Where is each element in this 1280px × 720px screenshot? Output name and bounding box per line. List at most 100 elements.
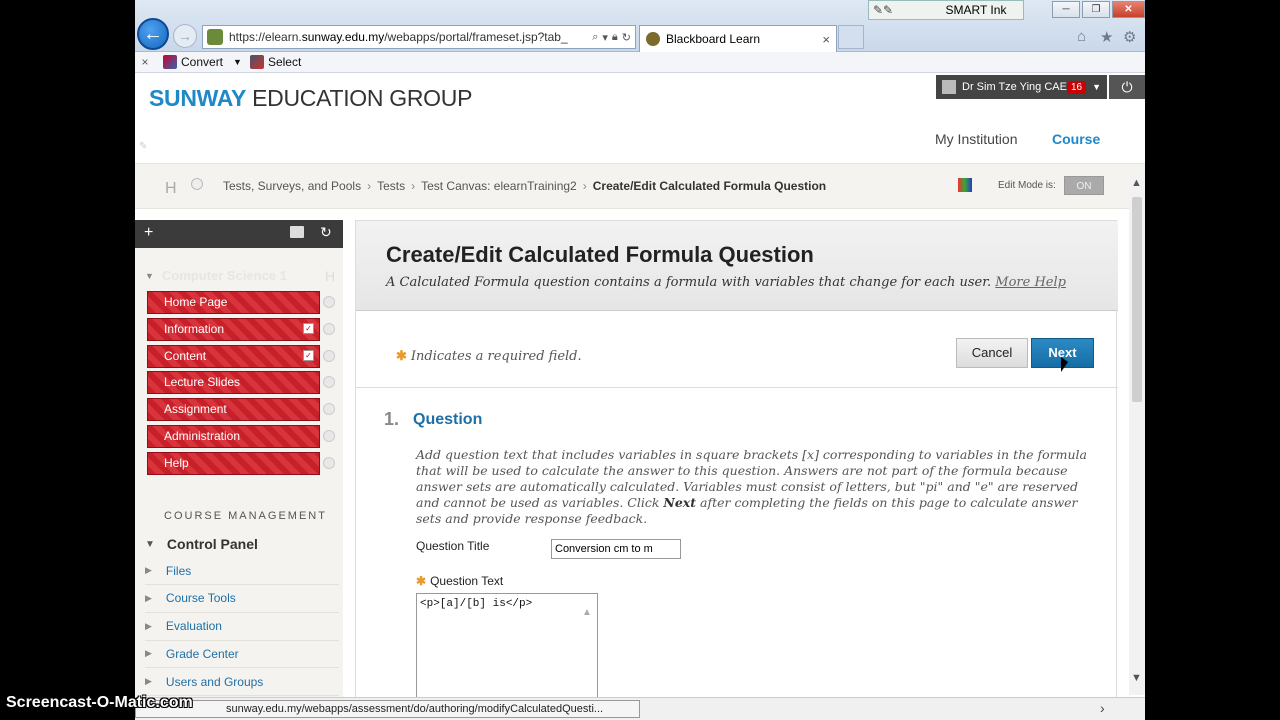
scrollbar-thumb[interactable] (1132, 197, 1142, 402)
expand-triangle-icon[interactable]: ▶ (145, 621, 152, 632)
control-panel-item-label: Files (165, 563, 192, 578)
lock-icon[interactable]: 🔒︎ (612, 31, 618, 44)
maximize-button[interactable]: ❐ (1082, 1, 1110, 18)
site-header: SUNWAY EDUCATION GROUP Dr Sim Tze Ying C… (135, 73, 1145, 163)
breadcrumb-separator-icon: › (582, 179, 587, 193)
tab-course[interactable]: Course (1052, 131, 1100, 147)
minimize-button[interactable]: ─ (1052, 1, 1080, 18)
sidebar-item-lecture-slides[interactable]: Lecture Slides (147, 371, 320, 395)
site-logo[interactable]: SUNWAY EDUCATION GROUP (149, 85, 472, 112)
status-bar: sunway.edu.my/webapps/assessment/do/auth… (135, 697, 1145, 720)
checkbox-icon[interactable]: ✓ (303, 349, 314, 361)
pencil-icon[interactable]: ✎ (139, 141, 151, 155)
tab-favicon-icon (646, 32, 660, 46)
breadcrumb-bar: H Tests, Surveys, and Pools › Tests › Te… (135, 163, 1145, 209)
smart-ink-toolbar[interactable]: ✎✎ SMART Ink (868, 0, 1024, 20)
sidebar-item-information[interactable]: Information ✓ (147, 317, 320, 341)
refresh-icon[interactable]: ↻ (320, 224, 332, 241)
breadcrumb-home[interactable]: H (165, 180, 177, 198)
chevron-down-icon[interactable] (323, 456, 335, 469)
sidebar-item-home-page[interactable]: Home Page (147, 291, 320, 314)
back-button[interactable]: ← (137, 18, 169, 50)
logout-button[interactable]: ⏻ (1109, 75, 1145, 99)
power-icon: ⏻ (1121, 79, 1133, 95)
scroll-down-icon[interactable]: ▼ (1131, 672, 1142, 684)
chevron-down-icon[interactable] (323, 322, 335, 335)
chevron-down-icon[interactable] (323, 403, 335, 416)
control-panel-item-users-and-groups[interactable]: ▶ Users and Groups (145, 668, 339, 697)
question-text-label: ✱ Question Text (416, 574, 504, 588)
home-icon[interactable]: ⌂ (1077, 28, 1086, 45)
question-title-input[interactable] (551, 539, 681, 559)
question-text-area[interactable]: <p>[a]/[b] is</p> (416, 593, 598, 703)
edit-mode-toggle[interactable]: ON (1064, 176, 1104, 195)
control-panel-item-course-tools[interactable]: ▶ Course Tools (145, 585, 339, 613)
sidebar-item-help[interactable]: Help (147, 451, 320, 475)
required-asterisk-icon: ✱ (416, 574, 427, 588)
palette-icon[interactable] (958, 178, 972, 192)
new-tab-button[interactable] (838, 25, 864, 49)
tab-title: Blackboard Learn (666, 32, 761, 46)
control-panel-title[interactable]: ▼ Control Panel (145, 536, 258, 552)
chevron-down-icon[interactable] (323, 376, 335, 389)
dropdown-icon[interactable]: ▾ (602, 31, 608, 44)
tab-close-icon[interactable]: × (822, 32, 836, 47)
expand-triangle-icon[interactable]: ▶ (145, 565, 152, 576)
window-close-button[interactable]: ✕ (1112, 1, 1145, 18)
favorites-star-icon[interactable]: ★ (1100, 28, 1113, 46)
status-url: sunway.edu.my/webapps/assessment/do/auth… (135, 700, 640, 718)
address-icons: ⌕ ▾ 🔒︎ ↻ (592, 31, 635, 44)
collapse-triangle-icon[interactable]: ▼ (145, 539, 155, 550)
scroll-up-icon[interactable]: ▲ (1131, 177, 1142, 189)
sidebar-item-label: Assignment (164, 402, 227, 417)
forward-button[interactable]: → (173, 24, 197, 48)
sidebar-item-content[interactable]: Content ✓ (147, 344, 320, 368)
breadcrumb-item[interactable]: Tests, Surveys, and Pools (223, 179, 361, 193)
scroll-up-icon[interactable]: ▲ (582, 607, 592, 618)
convert-label: Convert (181, 55, 224, 69)
tab-my-institution[interactable]: My Institution (935, 131, 1017, 147)
address-bar[interactable]: https://elearn.sunway.edu.my/webapps/por… (202, 25, 636, 49)
smart-ink-tools-icon[interactable]: ✎✎ (869, 3, 929, 17)
expand-triangle-icon[interactable]: ▶ (145, 676, 152, 687)
course-home-icon[interactable]: H (325, 268, 335, 284)
select-button[interactable]: Select (249, 55, 301, 69)
refresh-icon[interactable]: ↻ (622, 31, 631, 44)
chevron-down-icon[interactable] (191, 178, 203, 190)
address-url[interactable]: https://elearn.sunway.edu.my/webapps/por… (229, 30, 592, 44)
chevron-down-icon[interactable] (323, 430, 335, 442)
sidebar-item-assignment[interactable]: Assignment (147, 398, 320, 422)
notification-badge[interactable]: 16 (1066, 80, 1087, 94)
control-panel-item-evaluation[interactable]: ▶ Evaluation (145, 613, 339, 641)
browser-tab[interactable]: Blackboard Learn × (639, 25, 837, 52)
user-menu[interactable]: Dr Sim Tze Ying CAE 16 ▼ (936, 75, 1107, 99)
control-panel-item-files[interactable]: ▶ Files (145, 557, 339, 585)
collapse-triangle-icon[interactable]: ▼ (145, 271, 154, 281)
expand-triangle-icon[interactable]: ▶ (145, 593, 152, 604)
breadcrumb-item[interactable]: Test Canvas: elearnTraining2 (421, 179, 577, 193)
more-help-link[interactable]: More Help (995, 275, 1066, 290)
control-panel-item-grade-center[interactable]: ▶ Grade Center (145, 640, 339, 669)
gear-icon[interactable]: ⚙ (1123, 28, 1136, 46)
scroll-right-icon[interactable]: › (1100, 700, 1105, 716)
chevron-down-icon[interactable] (323, 349, 335, 362)
checkbox-icon[interactable]: ✓ (303, 322, 314, 334)
page-scrollbar[interactable]: ▲ ▼ (1129, 175, 1145, 695)
breadcrumb-item[interactable]: Tests (377, 179, 405, 193)
expand-triangle-icon[interactable]: ▶ (145, 648, 152, 659)
search-icon[interactable]: ⌕ (592, 31, 598, 44)
cancel-button[interactable]: Cancel (956, 338, 1028, 368)
close-toolbar-icon[interactable]: × (135, 55, 155, 69)
chevron-down-icon[interactable]: ▼ (1092, 82, 1101, 92)
chevron-down-icon[interactable]: ▼ (233, 57, 242, 67)
course-title[interactable]: ▼ Computer Science 1 (145, 268, 287, 283)
add-menu-item-icon[interactable]: + (144, 224, 153, 242)
screen: ← → https://elearn.sunway.edu.my/webapps… (0, 0, 1280, 720)
avatar (942, 80, 956, 94)
convert-button[interactable]: Convert ▼ (163, 55, 242, 69)
folder-icon[interactable] (290, 226, 304, 238)
course-management-heading: COURSE MANAGEMENT (164, 510, 327, 522)
required-field-note: ✱ Indicates a required field. (396, 349, 582, 364)
sidebar-item-administration[interactable]: Administration (147, 425, 320, 448)
chevron-down-icon[interactable] (323, 296, 335, 308)
